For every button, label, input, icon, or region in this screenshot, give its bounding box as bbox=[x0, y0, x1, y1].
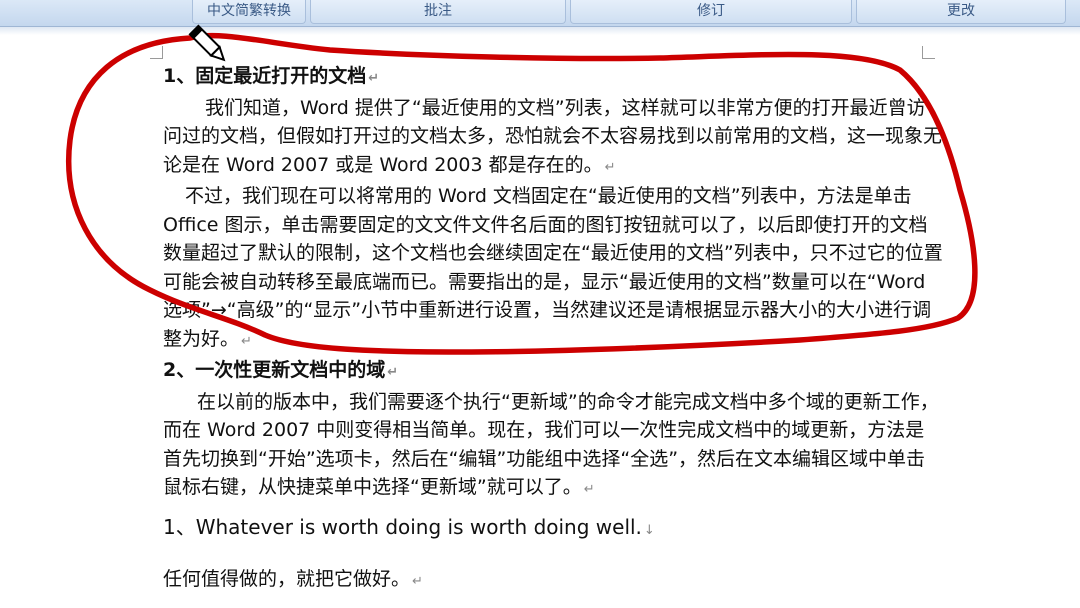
page-margin-corner-left bbox=[150, 46, 163, 59]
heading-text: 1、固定最近打开的文档 bbox=[163, 65, 367, 87]
paragraph-text: 不过，我们现在可以将常用的 Word 文档固定在“最近使用的文档”列表中，方法是… bbox=[163, 185, 943, 350]
paragraph-3: 在以前的版本中，我们需要逐个执行“更新域”的命令才能完成文档中多个域的更新工作，… bbox=[163, 388, 943, 505]
heading-pin-recent-documents: 1、固定最近打开的文档 ↵ bbox=[163, 62, 943, 94]
pen-cursor-icon bbox=[188, 24, 226, 62]
paragraph-mark: ↵ bbox=[604, 159, 616, 175]
line-break-mark: ↓ bbox=[643, 522, 655, 538]
paragraph-text: 我们知道，Word 提供了“最近使用的文档”列表，这样就可以非常方便的打开最近曾… bbox=[163, 96, 943, 176]
heading-update-fields: 2、一次性更新文档中的域 ↵ bbox=[163, 356, 943, 388]
ribbon-separator bbox=[0, 27, 1080, 35]
paragraph-text: 在以前的版本中，我们需要逐个执行“更新域”的命令才能完成文档中多个域的更新工作，… bbox=[163, 390, 939, 499]
group-changes[interactable]: 更改 bbox=[856, 0, 1066, 24]
paragraph-mark: ↵ bbox=[583, 482, 595, 497]
paragraph-mark: ↵ bbox=[241, 333, 252, 349]
paragraph-mark: ↵ bbox=[412, 574, 423, 589]
page-margin-corner-right bbox=[922, 46, 935, 59]
paragraph-2: 不过，我们现在可以将常用的 Word 文档固定在“最近使用的文档”列表中，方法是… bbox=[163, 182, 943, 356]
group-comments[interactable]: 批注 bbox=[310, 0, 566, 24]
paragraph-mark: ↵ bbox=[368, 71, 380, 86]
paragraph-mark: ↵ bbox=[387, 365, 399, 380]
group-chinese-conversion[interactable]: 中文简繁转换 bbox=[192, 0, 306, 24]
proverb-text: 1、Whatever is worth doing is worth doing… bbox=[163, 514, 642, 539]
document-body[interactable]: 1、固定最近打开的文档 ↵ 我们知道，Word 提供了“最近使用的文档”列表，这样… bbox=[163, 62, 943, 597]
ribbon-bar: 中文简繁转换 批注 修订 更改 bbox=[0, 0, 1080, 27]
heading-text: 2、一次性更新文档中的域 bbox=[163, 359, 386, 381]
chinese-proverb: 任何值得做的，就把它做好。 ↵ bbox=[163, 565, 943, 597]
group-tracking[interactable]: 修订 bbox=[570, 0, 852, 24]
paragraph-1: 我们知道，Word 提供了“最近使用的文档”列表，这样就可以非常方便的打开最近曾… bbox=[163, 94, 943, 183]
english-proverb: 1、Whatever is worth doing is worth doing… bbox=[163, 513, 943, 546]
proverb-text: 任何值得做的，就把它做好。 bbox=[163, 568, 411, 590]
